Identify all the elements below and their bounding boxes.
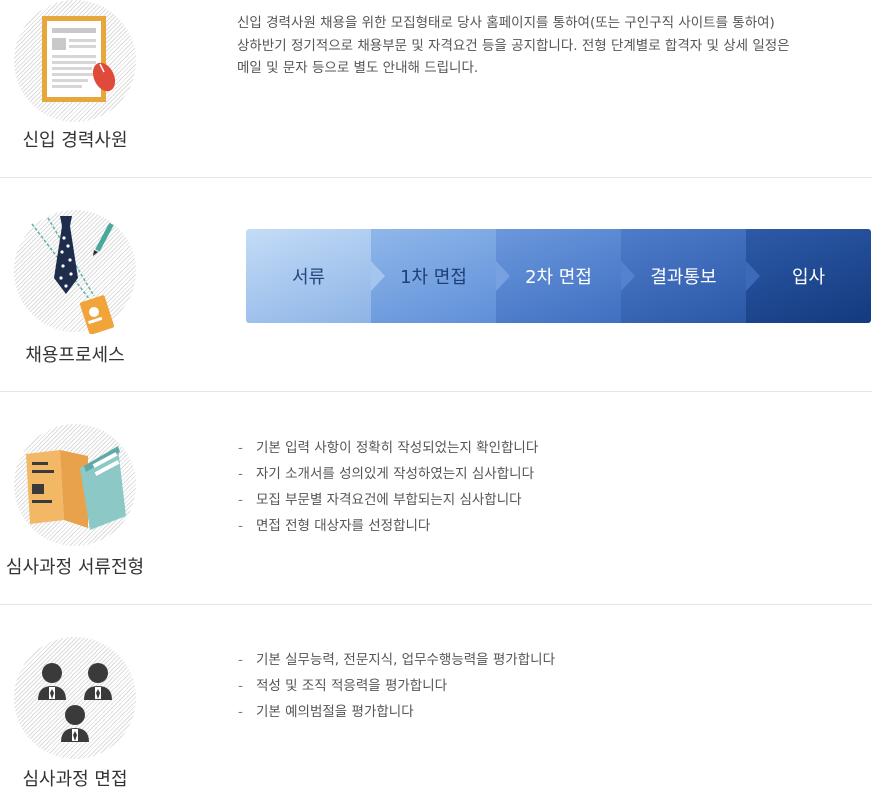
document-mouse-icon: [38, 12, 118, 108]
section-document-screening: 심사과정 서류전형 - 기본 입력 사항이 정확히 작성되었는지 확인합니다 -자…: [0, 392, 872, 604]
bullet-marker: -: [238, 492, 243, 508]
step-label: 서류: [291, 267, 326, 288]
people-icon: [36, 660, 116, 748]
criteria-list: - 기본 실무능력, 전문지식, 업무수행능력을 평가합니다 - 적성 및 조직 적…: [238, 647, 555, 725]
bullet-marker: -: [238, 518, 243, 534]
list-item: - 기본 실무능력, 전문지식, 업무수행능력을 평가합니다: [238, 647, 555, 673]
section-description: 신입 경력사원 채용을 위한 모집형태로 당사 홈페이지를 통하여(또는 구인구…: [237, 12, 790, 80]
recruit-process-steps: 서류 1차 면접 2차 면접 결과통보 입사: [246, 229, 871, 323]
bullet-marker: -: [238, 678, 243, 694]
bullet-marker: -: [238, 466, 243, 482]
bullet-marker: -: [238, 652, 243, 668]
section-interview: 심사과정 면접 - 기본 실무능력, 전문지식, 업무수행능력을 평가합니다 -적…: [0, 605, 872, 790]
process-step-interview-2: 2차 면접: [496, 229, 635, 323]
books-icon: [22, 444, 132, 534]
step-label: 2차 면접: [525, 267, 592, 288]
step-label: 결과통보: [650, 267, 717, 288]
list-item: - 기본 입력 사항이 정확히 작성되었는지 확인합니다: [238, 435, 538, 461]
bullet-marker: -: [238, 440, 243, 456]
section-label: 신입 경력사원: [22, 130, 128, 151]
description-line: 상하반기 정기적으로 채용부문 및 자격요건 등을 공지합니다. 전형 단계별로…: [237, 37, 790, 54]
list-item: - 모집 부문별 자격요건에 부합되는지 심사합니다: [238, 487, 538, 513]
description-line: 신입 경력사원 채용을 위한 모집형태로 당사 홈페이지를 통하여(또는 구인구…: [237, 15, 775, 31]
list-item-text: 기본 입력 사항이 정확히 작성되었는지 확인합니다: [256, 440, 539, 456]
step-arrow: [621, 261, 635, 291]
list-item-text: 모집 부문별 자격요건에 부합되는지 심사합니다: [256, 492, 522, 508]
list-item-text: 기본 예의범절을 평가합니다: [256, 704, 414, 720]
process-step-join: 입사: [746, 229, 871, 323]
list-item: - 자기 소개서를 성의있게 작성하였는지 심사합니다: [238, 461, 538, 487]
step-label: 1차 면접: [400, 267, 467, 288]
step-arrow: [371, 261, 385, 291]
process-step-result: 결과통보: [621, 229, 760, 323]
section-label: 채용프로세스: [25, 345, 125, 366]
section-new-career: 신입 경력사원 신입 경력사원 채용을 위한 모집형태로 당사 홈페이지를 통하…: [0, 0, 872, 177]
list-item: - 기본 예의범절을 평가합니다: [238, 699, 555, 725]
process-step-document: 서류: [246, 229, 385, 323]
list-item: - 면접 전형 대상자를 선정합니다: [238, 513, 538, 539]
list-item-text: 기본 실무능력, 전문지식, 업무수행능력을 평가합니다: [256, 652, 555, 668]
criteria-list: - 기본 입력 사항이 정확히 작성되었는지 확인합니다 - 자기 소개서를 성의있…: [238, 435, 538, 539]
list-item-text: 적성 및 조직 적응력을 평가합니다: [256, 678, 448, 694]
process-step-interview-1: 1차 면접: [371, 229, 510, 323]
step-arrow: [746, 261, 760, 291]
section-label: 심사과정 서류전형: [5, 557, 145, 578]
tie-badge-icon: [28, 216, 123, 338]
list-item: - 적성 및 조직 적응력을 평가합니다: [238, 673, 555, 699]
step-label: 입사: [791, 267, 826, 288]
section-label: 심사과정 면접: [22, 769, 128, 790]
step-arrow: [496, 261, 510, 291]
description-line: 메일 및 문자 등으로 별도 안내해 드립니다.: [237, 60, 479, 76]
list-item-text: 자기 소개서를 성의있게 작성하였는지 심사합니다: [256, 466, 534, 482]
list-item-text: 면접 전형 대상자를 선정합니다: [256, 518, 431, 534]
bullet-marker: -: [238, 704, 243, 720]
